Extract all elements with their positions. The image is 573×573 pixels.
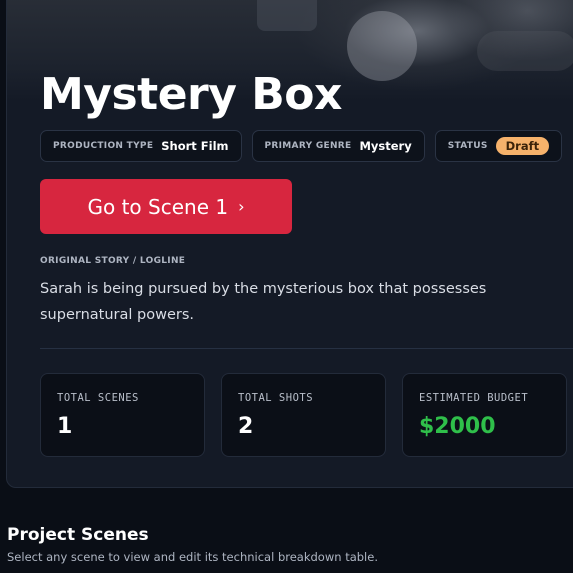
total-shots-value: 2	[238, 414, 254, 439]
estimated-budget-value: $2000	[419, 414, 496, 439]
status-chip: STATUS Draft	[434, 130, 563, 162]
stats-row: TOTAL SCENES 1 TOTAL SHOTS 2 ESTIMATED B…	[40, 373, 567, 457]
logline-label: ORIGINAL STORY / LOGLINE	[40, 256, 186, 266]
total-scenes-label: TOTAL SCENES	[57, 392, 139, 404]
go-to-scene-button[interactable]: Go to Scene 1 ›	[40, 179, 292, 234]
production-type-label: PRODUCTION TYPE	[53, 141, 154, 151]
primary-genre-value: Mystery	[359, 139, 412, 153]
total-scenes-value: 1	[57, 414, 73, 439]
logline-text: Sarah is being pursued by the mysterious…	[40, 281, 487, 323]
status-label: STATUS	[447, 141, 488, 151]
estimated-budget-card: ESTIMATED BUDGET $2000	[402, 373, 567, 457]
total-scenes-card: TOTAL SCENES 1	[40, 373, 205, 457]
total-shots-label: TOTAL SHOTS	[238, 392, 314, 404]
status-badge: Draft	[495, 137, 550, 155]
production-type-value: Short Film	[161, 139, 229, 153]
estimated-budget-label: ESTIMATED BUDGET	[419, 392, 529, 404]
project-meta-row: PRODUCTION TYPE Short Film PRIMARY GENRE…	[40, 130, 563, 162]
primary-genre-chip: PRIMARY GENRE Mystery	[251, 130, 425, 162]
project-hero-card: Mystery Box PRODUCTION TYPE Short Film P…	[6, 0, 573, 488]
total-shots-card: TOTAL SHOTS 2	[221, 373, 386, 457]
project-scenes-subtitle: Select any scene to view and edit its te…	[7, 550, 378, 564]
primary-genre-label: PRIMARY GENRE	[264, 141, 352, 151]
divider	[40, 348, 573, 349]
project-scenes-title: Project Scenes	[7, 525, 149, 545]
chevron-right-icon: ›	[238, 197, 245, 216]
go-to-scene-label: Go to Scene 1	[87, 194, 229, 219]
project-title: Mystery Box	[40, 69, 342, 120]
production-type-chip: PRODUCTION TYPE Short Film	[40, 130, 242, 162]
